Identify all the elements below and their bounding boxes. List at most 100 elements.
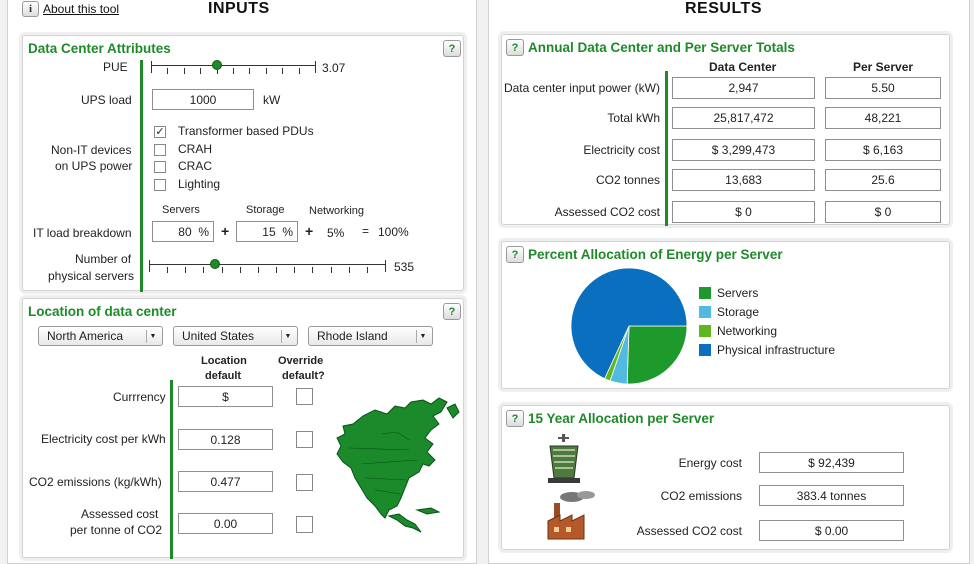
- row-label: Assessed CO2 cost: [636, 524, 742, 538]
- ps-value: 5.50: [825, 77, 941, 99]
- panel-title: Annual Data Center and Per Server Totals: [528, 40, 795, 55]
- slider-tick: [294, 267, 296, 273]
- dc-value: 2,947: [672, 77, 815, 99]
- info-icon[interactable]: i: [22, 1, 39, 17]
- slider-tick: [167, 68, 169, 74]
- override-checkbox[interactable]: [296, 388, 313, 405]
- help-icon[interactable]: ?: [506, 39, 524, 56]
- electricity-cost-input[interactable]: 0.128: [178, 429, 273, 450]
- lighting-checkbox[interactable]: [154, 179, 166, 191]
- slider-tick: [233, 68, 234, 74]
- legend-label: Storage: [717, 305, 760, 319]
- row-label: Energy cost: [678, 456, 742, 470]
- slider-tick: [221, 267, 223, 273]
- slider-tick: [203, 267, 205, 273]
- num-servers-slider[interactable]: [149, 258, 386, 273]
- slider-tick: [265, 68, 267, 74]
- override-checkbox[interactable]: [296, 474, 313, 491]
- dc-attributes-panel: Data Center Attributes ? PUE 3.07 UPS lo…: [22, 35, 464, 292]
- dc-value: 25,817,472: [672, 107, 815, 129]
- about-link-group[interactable]: i About this tool: [22, 1, 119, 17]
- slider-tick: [151, 61, 152, 73]
- non-it-label-2: on UPS power: [55, 159, 133, 173]
- servers-value: 80: [178, 224, 192, 239]
- legend-label: Networking: [717, 324, 778, 338]
- factory-icon: [547, 491, 595, 540]
- ps-value: 25.6: [825, 169, 941, 191]
- region-select[interactable]: North America ▼: [38, 326, 163, 346]
- slider-thumb[interactable]: [210, 259, 221, 269]
- state-select[interactable]: Rhode Island ▼: [308, 326, 433, 346]
- help-icon[interactable]: ?: [443, 40, 461, 57]
- ps-value: 48,221: [825, 107, 941, 129]
- fifteen-year-panel: ? 15 Year Allocation per Server Energy c…: [501, 405, 950, 550]
- slider-tick: [366, 267, 368, 273]
- storage-input[interactable]: 15 %: [236, 221, 298, 242]
- device-label: Lighting: [178, 177, 221, 191]
- slider-thumb[interactable]: [212, 60, 222, 70]
- slider-tick: [330, 267, 332, 273]
- slider-tick: [149, 260, 150, 272]
- chevron-down-icon: ▼: [146, 330, 159, 343]
- slider-tick: [200, 68, 202, 74]
- currency-input[interactable]: $: [178, 386, 273, 407]
- region-value: North America: [47, 329, 124, 343]
- inputs-column: i About this tool INPUTS Data Center Att…: [7, 0, 477, 564]
- pue-slider[interactable]: [151, 59, 316, 74]
- ups-load-unit: kW: [263, 93, 281, 107]
- help-icon[interactable]: ?: [506, 410, 524, 427]
- slider-tick: [298, 68, 300, 74]
- help-icon[interactable]: ?: [506, 246, 524, 263]
- crac-checkbox[interactable]: [154, 161, 166, 173]
- col-default-2: default: [205, 370, 242, 382]
- pdu-checkbox[interactable]: ✓: [154, 126, 166, 138]
- row-label: Currrency: [113, 390, 166, 404]
- crah-checkbox[interactable]: [154, 144, 166, 156]
- energy-cost-value: $ 92,439: [759, 452, 904, 473]
- plus-sign: +: [305, 223, 314, 239]
- pie-slice-servers: [626, 325, 688, 385]
- divider: [170, 380, 173, 559]
- country-value: United States: [182, 329, 255, 343]
- slider-tick: [276, 267, 278, 273]
- slider-tick: [249, 68, 251, 74]
- override-checkbox[interactable]: [296, 431, 313, 448]
- row-label: Total kWh: [607, 111, 660, 125]
- equals-sign: =: [362, 224, 370, 238]
- about-link[interactable]: About this tool: [43, 2, 119, 16]
- row-label: CO2 emissions: [660, 489, 742, 503]
- networking-value: 5%: [327, 226, 345, 240]
- country-select[interactable]: United States ▼: [173, 326, 298, 346]
- co2-emissions-input[interactable]: 0.477: [178, 471, 273, 492]
- row-label-1: Assessed cost: [81, 507, 159, 521]
- ps-value: $ 6,163: [825, 139, 941, 161]
- row-label: Assessed CO2 cost: [554, 205, 660, 219]
- servers-label: Servers: [162, 204, 200, 216]
- servers-input[interactable]: 80 %: [152, 221, 214, 242]
- help-icon[interactable]: ?: [443, 303, 461, 320]
- row-label: CO2 emissions (kg/kWh): [29, 475, 162, 489]
- slider-tick: [315, 61, 316, 73]
- legend-swatch: [699, 287, 711, 299]
- annual-totals-panel: ? Annual Data Center and Per Server Tota…: [501, 34, 950, 226]
- assessed-cost-input[interactable]: 0.00: [178, 513, 273, 534]
- col-default-1: Location: [201, 355, 247, 367]
- legend-swatch: [699, 325, 711, 337]
- inputs-header: INPUTS: [208, 0, 270, 17]
- col-override-1: Override: [278, 355, 324, 367]
- dc-value: $ 3,299,473: [672, 139, 815, 161]
- ups-load-input[interactable]: 1000: [152, 89, 254, 110]
- slider-tick: [167, 267, 169, 273]
- ups-load-label: UPS load: [81, 93, 132, 107]
- override-checkbox[interactable]: [296, 516, 313, 533]
- slider-tick: [282, 68, 284, 74]
- row-label: Electricity cost per kWh: [41, 432, 166, 446]
- slider-tick: [257, 267, 259, 273]
- allocation-panel: ? Percent Allocation of Energy per Serve…: [501, 241, 950, 389]
- co2-emissions-value: 383.4 tonnes: [759, 485, 904, 506]
- chevron-down-icon: ▼: [416, 330, 429, 343]
- legend-label: Physical infrastructure: [717, 343, 836, 357]
- allocation-pie-chart: [570, 267, 688, 385]
- panel-title: 15 Year Allocation per Server: [528, 411, 715, 426]
- slider-tick: [348, 267, 350, 273]
